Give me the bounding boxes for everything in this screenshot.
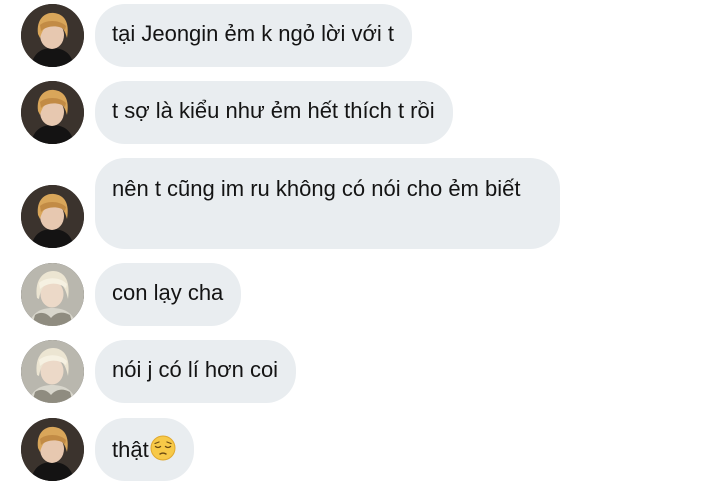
- message-bubble[interactable]: nên t cũng im ru không có nói cho ẻm biế…: [95, 158, 560, 249]
- pensive-face-emoji-icon: [150, 435, 176, 461]
- message-bubble[interactable]: thật: [95, 418, 194, 481]
- blonde-avatar-icon[interactable]: [21, 4, 84, 67]
- silver-hair-avatar-icon[interactable]: [21, 340, 84, 403]
- message-bubble[interactable]: tại Jeongin ẻm k ngỏ lời với t: [95, 4, 412, 67]
- blonde-avatar-icon[interactable]: [21, 81, 84, 144]
- blonde-avatar-icon[interactable]: [21, 418, 84, 481]
- message-bubble[interactable]: nói j có lí hơn coi: [95, 340, 297, 403]
- message-text: thật: [112, 437, 149, 462]
- silver-hair-avatar-icon[interactable]: [21, 263, 84, 326]
- message-bubble[interactable]: con lạy cha: [95, 263, 242, 326]
- chat-thread: tại Jeongin ẻm k ngỏ lời với t t sợ là k…: [0, 0, 720, 487]
- message-bubble[interactable]: t sợ là kiểu như ẻm hết thích t rồi: [95, 81, 453, 144]
- blonde-avatar-icon[interactable]: [21, 185, 84, 248]
